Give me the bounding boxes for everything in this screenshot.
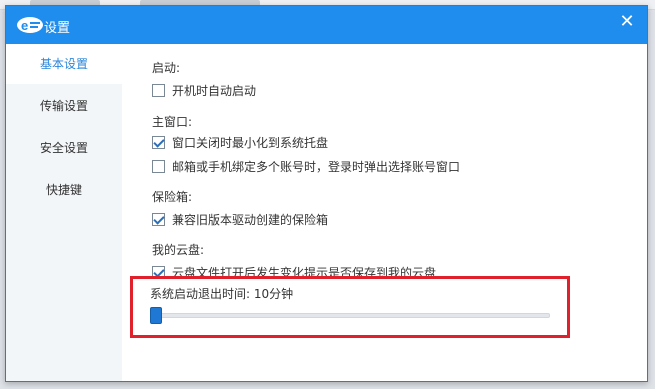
minimize-to-tray-label: 窗口关闭时最小化到系统托盘 [172,135,329,150]
title-bar: e 设置 ✕ [6,6,647,44]
legacy-driver-label: 兼容旧版本驱动创建的保险箱 [172,212,329,227]
auto-exit-time-label: 系统启动退出时间: 10分钟 [150,287,294,301]
multi-account-popup-label: 邮箱或手机绑定多个账号时，登录时弹出选择账号窗口 [172,159,461,174]
minimize-to-tray-row[interactable]: 窗口关闭时最小化到系统托盘 [152,134,328,150]
sidebar-item-security-settings[interactable]: 安全设置 [6,128,122,168]
my-cloud-section-title: 我的云盘: [152,243,205,257]
sidebar-item-shortcuts[interactable]: 快捷键 [6,170,122,210]
auto-exit-slider-thumb[interactable] [150,307,162,324]
startup-section-title: 启动: [152,61,181,75]
settings-sidebar: 基本设置 传输设置 安全设置 快捷键 [6,44,122,381]
legacy-driver-checkbox[interactable] [152,212,165,226]
svg-text:e: e [21,18,28,33]
sidebar-item-basic-settings[interactable]: 基本设置 [6,44,122,84]
auto-start-row[interactable]: 开机时自动启动 [152,82,256,98]
sidebar-item-transfer-settings[interactable]: 传输设置 [6,86,122,126]
multi-account-popup-checkbox[interactable] [152,159,165,173]
minimize-to-tray-checkbox[interactable] [152,135,165,149]
auto-start-label: 开机时自动启动 [172,83,257,98]
close-icon[interactable]: ✕ [617,12,637,32]
auto-start-checkbox[interactable] [152,83,165,97]
window-title: 设置 [44,21,71,36]
main-window-section-title: 主窗口: [152,115,193,129]
vault-section-title: 保险箱: [152,190,193,204]
legacy-driver-row[interactable]: 兼容旧版本驱动创建的保险箱 [152,211,328,227]
auto-exit-slider-track[interactable] [152,313,550,318]
multi-account-popup-row[interactable]: 邮箱或手机绑定多个账号时，登录时弹出选择账号窗口 [152,158,460,174]
cloud-e-logo-icon: e [17,17,43,33]
